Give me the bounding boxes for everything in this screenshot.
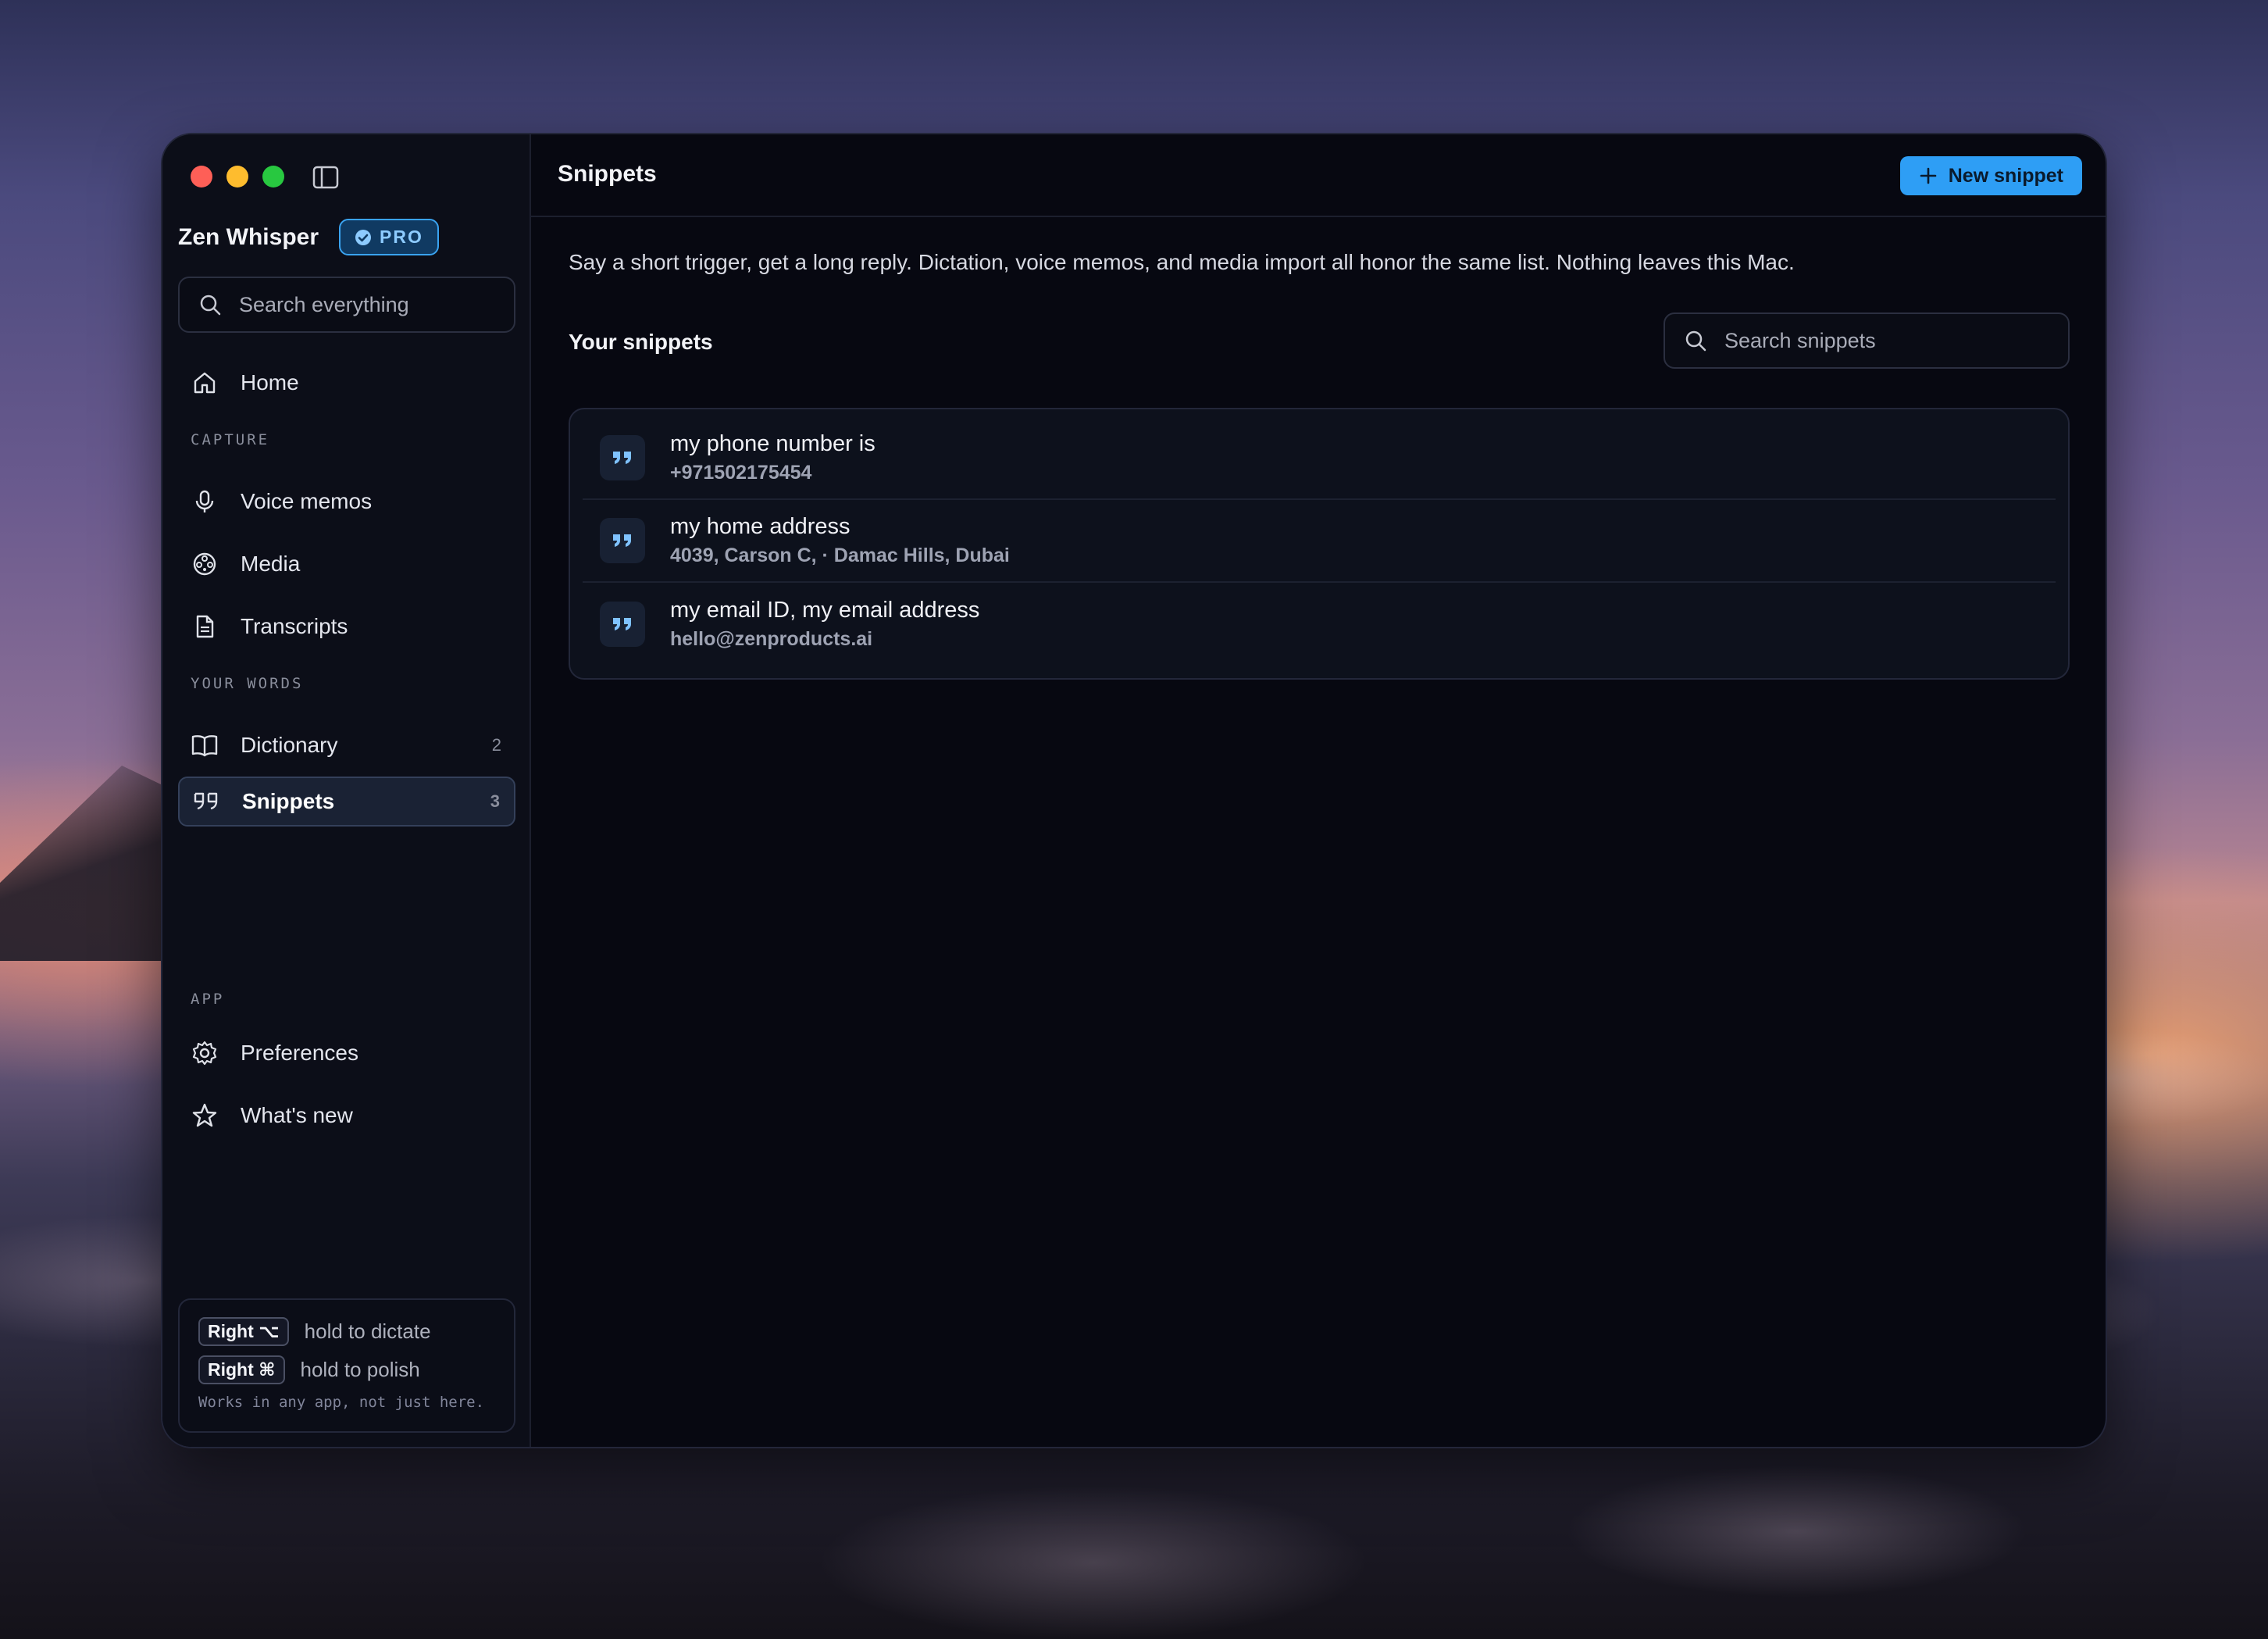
gear-icon bbox=[191, 1039, 219, 1067]
sidebar-item-label: Snippets bbox=[242, 789, 335, 813]
pro-badge: PRO bbox=[339, 219, 439, 255]
sidebar-item-transcripts[interactable]: Transcripts bbox=[178, 602, 515, 652]
sidebar-item-label: Dictionary bbox=[241, 733, 338, 757]
sidebar: Zen Whisper PRO Home CAPTURE Voice memos… bbox=[162, 134, 531, 1447]
page-description: Say a short trigger, get a long reply. D… bbox=[569, 250, 1795, 274]
quote-icon bbox=[192, 787, 220, 816]
home-icon bbox=[191, 369, 219, 397]
verified-icon bbox=[355, 229, 372, 245]
snippet-text: my email ID, my email address hello@zenp… bbox=[670, 598, 979, 651]
plus-icon bbox=[1920, 167, 1937, 184]
snippets-list-title: Your snippets bbox=[569, 330, 713, 354]
list-item[interactable]: my email ID, my email address hello@zenp… bbox=[583, 583, 2056, 666]
list-item[interactable]: my phone number is +971502175454 bbox=[583, 417, 2056, 500]
sidebar-item-media[interactable]: Media bbox=[178, 539, 515, 589]
sidebar-item-home[interactable]: Home bbox=[178, 358, 515, 408]
minimize-window-button[interactable] bbox=[226, 166, 248, 187]
document-icon bbox=[191, 612, 219, 641]
snippet-trigger: my email ID, my email address bbox=[670, 598, 980, 623]
sidebar-item-label: Media bbox=[241, 552, 301, 576]
search-icon bbox=[200, 295, 221, 316]
hint-footer: Works in any app, not just here. bbox=[198, 1394, 485, 1411]
sidebar-item-whats-new[interactable]: What's new bbox=[178, 1091, 515, 1141]
snippet-value: hello@zenproducts.ai bbox=[670, 628, 873, 650]
quote-icon bbox=[600, 518, 645, 563]
sidebar-toggle-icon[interactable] bbox=[312, 166, 339, 189]
snippets-search-input[interactable] bbox=[1724, 328, 1959, 353]
snippets-list: my phone number is +971502175454 my home… bbox=[569, 408, 2070, 680]
hint-row-polish: Right ⌘ hold to polish bbox=[198, 1355, 495, 1384]
hint-row-dictate: Right ⌥ hold to dictate bbox=[198, 1317, 495, 1346]
search-input[interactable] bbox=[239, 292, 473, 317]
section-label-your-words: YOUR WORDS bbox=[191, 675, 304, 692]
app-title: Zen Whisper bbox=[178, 223, 319, 250]
keycap-right-option: Right ⌥ bbox=[198, 1317, 289, 1346]
sidebar-item-snippets[interactable]: Snippets 3 bbox=[178, 777, 515, 827]
hint-text: hold to polish bbox=[300, 1358, 420, 1381]
main-content: Snippets New snippet Say a short trigger… bbox=[531, 134, 2106, 1447]
sidebar-item-voice-memos[interactable]: Voice memos bbox=[178, 477, 515, 527]
section-label-capture: CAPTURE bbox=[191, 431, 270, 448]
section-label-app: APP bbox=[191, 991, 225, 1008]
sidebar-search[interactable] bbox=[178, 277, 515, 333]
close-window-button[interactable] bbox=[191, 166, 212, 187]
snippet-text: my home address 4039, Carson C, · Damac … bbox=[670, 514, 1010, 567]
new-snippet-button[interactable]: New snippet bbox=[1899, 156, 2082, 195]
snippet-value: +971502175454 bbox=[670, 462, 812, 484]
sidebar-item-label: Home bbox=[241, 370, 299, 395]
new-snippet-label: New snippet bbox=[1948, 164, 2063, 187]
page-title: Snippets bbox=[558, 161, 657, 187]
top-bar: Snippets New snippet bbox=[531, 134, 2106, 217]
zoom-window-button[interactable] bbox=[262, 166, 284, 187]
snippet-trigger: my phone number is bbox=[670, 431, 875, 456]
keycap-right-command: Right ⌘ bbox=[198, 1355, 285, 1384]
window-controls bbox=[191, 166, 284, 187]
star-icon bbox=[191, 1102, 219, 1130]
sidebar-item-label: Preferences bbox=[241, 1041, 358, 1065]
sidebar-item-label: Transcripts bbox=[241, 614, 348, 638]
sidebar-item-label: Voice memos bbox=[241, 489, 373, 513]
dictionary-count: 2 bbox=[491, 735, 501, 755]
shortcut-hint-card: Right ⌥ hold to dictate Right ⌘ hold to … bbox=[178, 1298, 515, 1433]
quote-icon bbox=[600, 602, 645, 647]
sidebar-item-label: What's new bbox=[241, 1103, 353, 1127]
book-icon bbox=[191, 731, 219, 759]
list-item[interactable]: my home address 4039, Carson C, · Damac … bbox=[583, 500, 2056, 583]
pro-badge-label: PRO bbox=[380, 227, 423, 247]
search-icon bbox=[1685, 330, 1706, 352]
sidebar-item-dictionary[interactable]: Dictionary 2 bbox=[178, 720, 515, 770]
quote-icon bbox=[600, 435, 645, 480]
snippet-value: 4039, Carson C, · Damac Hills, Dubai bbox=[670, 545, 1010, 566]
hint-text: hold to dictate bbox=[304, 1319, 431, 1343]
snippet-text: my phone number is +971502175454 bbox=[670, 431, 875, 484]
sidebar-item-preferences[interactable]: Preferences bbox=[178, 1028, 515, 1078]
app-header: Zen Whisper PRO bbox=[178, 219, 439, 255]
snippets-search[interactable] bbox=[1664, 312, 2070, 369]
snippets-count: 3 bbox=[490, 791, 500, 811]
snippet-trigger: my home address bbox=[670, 514, 850, 539]
app-window: Zen Whisper PRO Home CAPTURE Voice memos… bbox=[161, 133, 2107, 1448]
film-reel-icon bbox=[191, 550, 219, 578]
microphone-icon bbox=[191, 487, 219, 516]
